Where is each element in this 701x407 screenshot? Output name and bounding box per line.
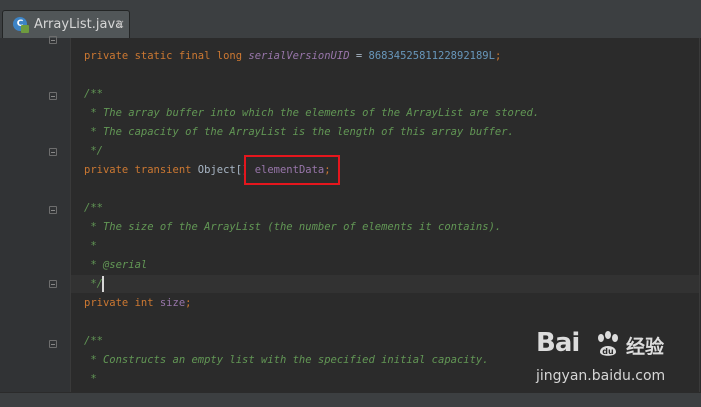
keyword: private transient (84, 164, 198, 176)
semicolon: ; (494, 50, 502, 62)
field-name: size (159, 297, 186, 309)
right-margin-guide (699, 38, 700, 392)
operator: = (349, 50, 369, 62)
close-icon[interactable]: × (115, 17, 125, 31)
current-line-highlight (71, 275, 699, 293)
baidu-jingyan-watermark: Bai du 经验 jingyan.baidu.com (536, 328, 666, 390)
comment-prefix: * (84, 259, 103, 271)
fold-end-icon[interactable] (49, 148, 57, 156)
comment-line: * (84, 373, 97, 385)
class-badge-icon (21, 25, 29, 33)
tab-arraylist-java[interactable]: C ArrayList.java × (2, 10, 130, 38)
comment-line: * @serial (84, 256, 147, 274)
comment-line: /** (84, 335, 103, 347)
comment-line: * The array buffer into which the elemen… (84, 107, 540, 119)
code-line-serial: private static final long serialVersionU… (84, 47, 501, 65)
editor-gutter[interactable] (0, 38, 70, 392)
number-literal: 8683452581122892189L (368, 50, 495, 62)
fold-end-icon[interactable] (49, 280, 57, 288)
gutter-separator (70, 38, 71, 392)
comment-line: * Constructs an empty list with the spec… (84, 354, 489, 366)
semicolon: ; (185, 297, 192, 309)
comment-line: * The size of the ArrayList (the number … (84, 221, 502, 233)
fold-start-icon[interactable] (49, 340, 57, 348)
tab-label: ArrayList.java (34, 17, 124, 32)
paw-icon: du (598, 331, 618, 356)
fold-start-icon[interactable] (49, 206, 57, 214)
annotation-highlight-box (244, 155, 340, 185)
comment-line: /** (84, 88, 103, 100)
text-caret (102, 276, 104, 292)
svg-text:du: du (602, 347, 614, 356)
comment-line: */ (84, 278, 103, 290)
fold-end-icon[interactable] (49, 36, 57, 44)
watermark-cn: 经验 (626, 336, 665, 358)
comment-line: * The capacity of the ArrayList is the l… (84, 126, 514, 138)
fold-start-icon[interactable] (49, 92, 57, 100)
editor-tab-bar: C ArrayList.java × (0, 0, 701, 39)
keyword: private int (84, 297, 160, 309)
code-line-size: private int size; (84, 294, 191, 312)
comment-line: /** (84, 202, 103, 214)
comment-line: */ (84, 145, 103, 157)
keyword: private static final long (84, 50, 249, 62)
watermark-url: jingyan.baidu.com (536, 368, 666, 384)
status-bar (0, 392, 701, 407)
javadoc-tag: @serial (102, 259, 148, 271)
field-name: serialVersionUID (248, 50, 350, 62)
watermark-logo-left: Bai (536, 328, 580, 358)
comment-line: * (84, 240, 97, 252)
